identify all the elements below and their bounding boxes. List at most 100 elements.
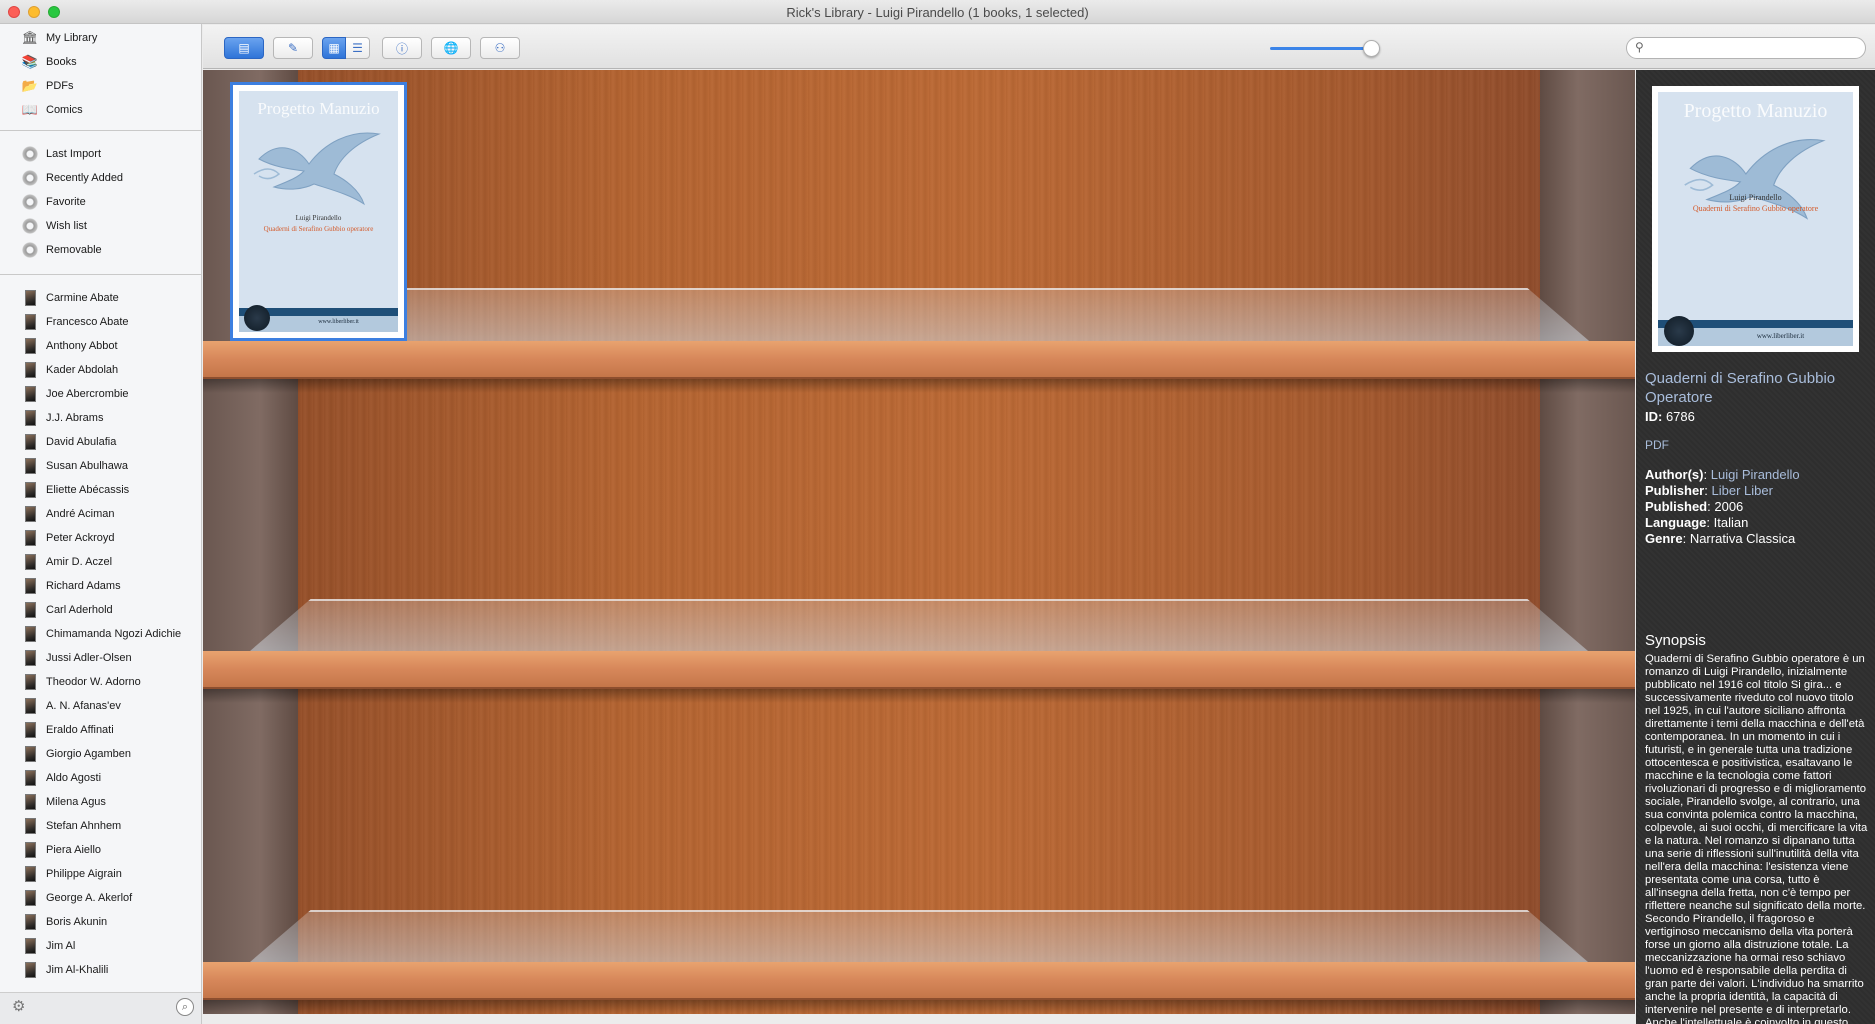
- sidebar-author-item[interactable]: Anthony Abbot: [22, 336, 118, 356]
- smart-collection-gear-icon: [22, 146, 38, 162]
- smart-collection-gear-icon: [22, 194, 38, 210]
- shelf-plank: [203, 341, 1635, 379]
- author-portrait-icon: [25, 890, 36, 906]
- search-icon: ⚲: [1635, 40, 1644, 54]
- sidebar-item-recently-added[interactable]: Recently Added: [22, 168, 123, 188]
- book-id: ID: 6786: [1645, 409, 1695, 424]
- sidebar-author-item[interactable]: Peter Ackroyd: [22, 528, 114, 548]
- sidebar-author-item[interactable]: Joe Abercrombie: [22, 384, 129, 404]
- publisher-emblem-icon: [1664, 316, 1694, 346]
- sidebar-item-removable[interactable]: Removable: [22, 240, 102, 260]
- sidebar-author-item[interactable]: Eliette Abécassis: [22, 480, 129, 500]
- sidebar-author-item[interactable]: André Aciman: [22, 504, 114, 524]
- sidebar-item-label: My Library: [46, 32, 98, 44]
- sidebar-item-favorite[interactable]: Favorite: [22, 192, 86, 212]
- sidebar-author-label: Joe Abercrombie: [46, 388, 129, 400]
- sidebar-item-label: Favorite: [46, 196, 86, 208]
- sidebar-item-label: Wish list: [46, 220, 87, 232]
- sidebar-author-item[interactable]: David Abulafia: [22, 432, 116, 452]
- sidebar-author-item[interactable]: Eraldo Affinati: [22, 720, 114, 740]
- sidebar-author-item[interactable]: Aldo Agosti: [22, 768, 101, 788]
- author-portrait-icon: [25, 434, 36, 450]
- sidebar-author-item[interactable]: Jussi Adler-Olsen: [22, 648, 132, 668]
- book-item-selected[interactable]: Progetto Manuzio Luigi Pirandello Quader…: [230, 82, 407, 341]
- synopsis-heading: Synopsis: [1645, 632, 1706, 649]
- cover-series: Progetto Manuzio: [257, 99, 380, 118]
- binoculars-icon: ⚇: [494, 41, 506, 55]
- sidebar-author-item[interactable]: George A. Akerlof: [22, 888, 132, 908]
- search-input[interactable]: [1651, 40, 1859, 56]
- sidebar-item-my-library[interactable]: 🏛 My Library: [22, 28, 98, 48]
- sidebar-author-item[interactable]: Milena Agus: [22, 792, 106, 812]
- sidebar-author-item[interactable]: Carmine Abate: [22, 288, 119, 308]
- sidebar-bottom-bar: [0, 992, 201, 1024]
- book-cover: Progetto Manuzio Luigi Pirandello Quader…: [239, 91, 398, 332]
- sidebar-author-item[interactable]: Chimamanda Ngozi Adichie: [22, 624, 181, 644]
- sidebar-search-icon[interactable]: ⌕: [176, 998, 194, 1016]
- sidebar-author-label: Richard Adams: [46, 580, 121, 592]
- sidebar-author-item[interactable]: Boris Akunin: [22, 912, 107, 932]
- shelf-view-button[interactable]: ▤: [224, 37, 264, 59]
- publisher-emblem-icon: [244, 305, 270, 331]
- sidebar-author-item[interactable]: Giorgio Agamben: [22, 744, 131, 764]
- sidebar-author-label: Stefan Ahnhem: [46, 820, 122, 832]
- author-portrait-icon: [25, 530, 36, 546]
- author-portrait-icon: [25, 482, 36, 498]
- list-view-button[interactable]: ☰: [346, 37, 370, 59]
- meta-published: Published: 2006: [1645, 499, 1744, 514]
- sidebar-author-item[interactable]: Jim Al-Khalili: [22, 960, 108, 980]
- sidebar-author-item[interactable]: Philippe Aigrain: [22, 864, 122, 884]
- sidebar-author-item[interactable]: J.J. Abrams: [22, 408, 103, 428]
- web-lookup-button[interactable]: 🌐: [431, 37, 471, 59]
- sidebar-author-item[interactable]: Richard Adams: [22, 576, 121, 596]
- book-title[interactable]: Quaderni di Serafino Gubbio Operatore: [1645, 369, 1870, 407]
- sidebar-author-label: Susan Abulhawa: [46, 460, 128, 472]
- sidebar-author-item[interactable]: Stefan Ahnhem: [22, 816, 121, 836]
- author-link[interactable]: Luigi Pirandello: [1711, 467, 1800, 482]
- settings-gear-icon[interactable]: ⚙: [12, 999, 28, 1015]
- sidebar-author-label: Carl Aderhold: [46, 604, 113, 616]
- sidebar-author-item[interactable]: Francesco Abate: [22, 312, 129, 332]
- sidebar-item-comics[interactable]: 📖 Comics: [22, 100, 83, 120]
- bookshelf-view[interactable]: [203, 70, 1635, 1014]
- cover-author: Luigi Pirandello: [295, 214, 342, 222]
- sidebar-item-books[interactable]: 📚 Books: [22, 52, 77, 72]
- sidebar-author-item[interactable]: Carl Aderhold: [22, 600, 113, 620]
- edit-book-button[interactable]: ✎: [273, 37, 313, 59]
- meta-language: Language: Italian: [1645, 515, 1749, 530]
- author-portrait-icon: [25, 842, 36, 858]
- grid-view-button[interactable]: ▦: [322, 37, 346, 59]
- sidebar-author-item[interactable]: Susan Abulhawa: [22, 456, 128, 476]
- author-portrait-icon: [25, 338, 36, 354]
- sidebar-author-label: Theodor W. Adorno: [46, 676, 141, 688]
- sidebar-author-label: Peter Ackroyd: [46, 532, 115, 544]
- sidebar-author-label: Kader Abdolah: [46, 364, 119, 376]
- sidebar-item-last-import[interactable]: Last Import: [22, 144, 101, 164]
- sidebar-item-wish-list[interactable]: Wish list: [22, 216, 87, 236]
- sidebar-author-item[interactable]: Piera Aiello: [22, 840, 101, 860]
- search-field[interactable]: ⚲: [1626, 37, 1866, 59]
- bookshelf-icon: ▤: [238, 41, 250, 55]
- sidebar-author-item[interactable]: Kader Abdolah: [22, 360, 118, 380]
- info-book-cover: Progetto Manuzio Luigi Pirandello Quader…: [1658, 92, 1853, 346]
- sidebar-author-item[interactable]: A. N. Afanas'ev: [22, 696, 121, 716]
- sidebar-author-item[interactable]: Theodor W. Adorno: [22, 672, 141, 692]
- publisher-link[interactable]: Liber Liber: [1711, 483, 1772, 498]
- sidebar-author-item[interactable]: Jim Al: [22, 936, 75, 956]
- smart-collection-gear-icon: [22, 218, 38, 234]
- info-button[interactable]: ⓘ: [382, 37, 422, 59]
- find-book-button[interactable]: ⚇: [480, 37, 520, 59]
- comics-icon: 📖: [21, 102, 39, 117]
- titlebar[interactable]: Rick's Library - Luigi Pirandello (1 boo…: [0, 0, 1875, 24]
- author-portrait-icon: [25, 386, 36, 402]
- author-portrait-icon: [25, 962, 36, 978]
- cover-series: Progetto Manuzio: [1683, 100, 1828, 122]
- pencil-icon: ✎: [287, 41, 299, 55]
- book-format-link[interactable]: PDF: [1645, 438, 1669, 452]
- sidebar-author-label: Piera Aiello: [46, 844, 102, 856]
- sidebar-author-item[interactable]: Amir D. Aczel: [22, 552, 112, 572]
- author-portrait-icon: [25, 602, 36, 618]
- meta-authors: Author(s): Luigi Pirandello: [1645, 467, 1800, 482]
- sidebar-item-pdfs[interactable]: 📂 PDFs: [22, 76, 74, 96]
- sidebar-author-label: Jim Al: [46, 940, 76, 952]
